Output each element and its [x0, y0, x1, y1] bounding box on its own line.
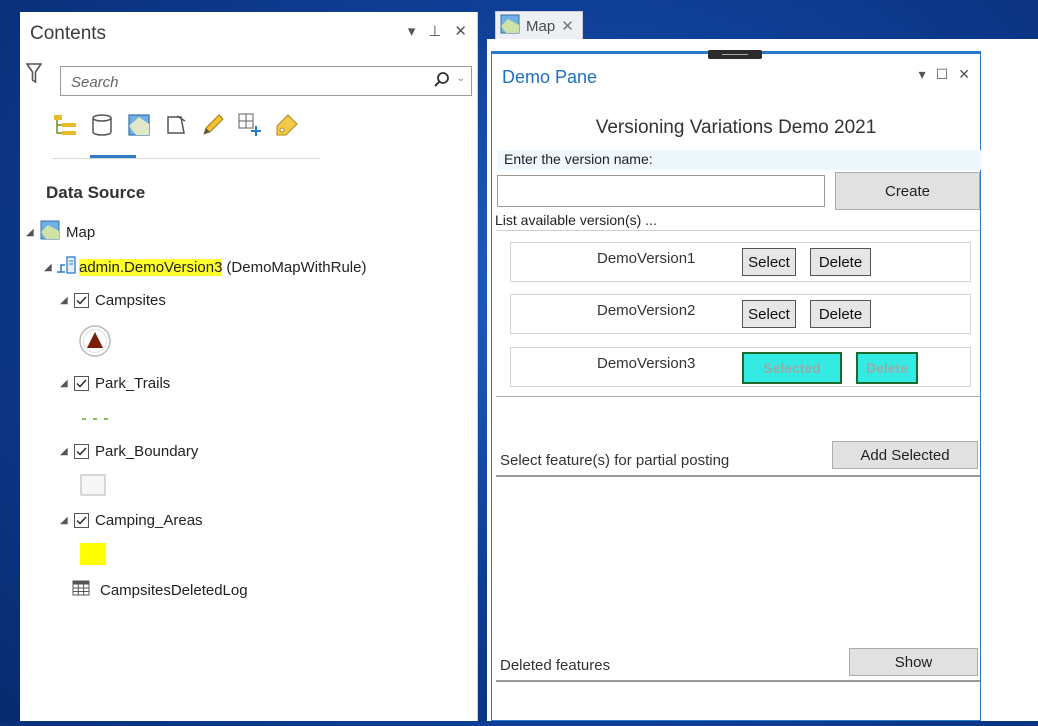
close-icon[interactable]: ✕ [454, 22, 467, 40]
version-map-name: (DemoMapWithRule) [226, 258, 367, 276]
pane-drag-handle[interactable] [708, 50, 762, 59]
create-button[interactable]: Create [835, 172, 980, 210]
tree-item-layer-park-boundary[interactable]: ◢ Park_Boundary [60, 443, 198, 460]
database-connection-icon [56, 255, 79, 279]
demo-pane-title: Demo Pane [502, 67, 598, 87]
toolbar-divider [52, 158, 320, 159]
expand-triangle-icon[interactable]: ◢ [60, 378, 72, 389]
tree-item-label: Campsites [95, 292, 166, 309]
version-name-input[interactable] [497, 175, 825, 207]
tree-item-standalone-table[interactable]: CampsitesDeletedLog [72, 580, 248, 600]
contents-pane-controls: ▾ ⊥ ✕ [408, 22, 467, 40]
version-row: DemoVersion2 Select Delete [510, 294, 971, 334]
layer-visibility-checkbox[interactable] [74, 293, 89, 308]
expand-triangle-icon[interactable]: ◢ [60, 515, 72, 526]
list-by-snapping-grid-icon[interactable] [237, 112, 263, 138]
select-version-button[interactable]: Select [742, 248, 796, 276]
version-name-label: Enter the version name: [504, 151, 653, 167]
partial-posting-feature-list[interactable] [496, 475, 980, 645]
version-name-label-bar: Enter the version name: [497, 150, 981, 170]
partial-posting-label: Select feature(s) for partial posting [500, 452, 730, 469]
delete-version-button[interactable]: Delete [856, 352, 918, 384]
deleted-features-label: Deleted features [500, 657, 611, 674]
tree-item-label: Camping_Areas [95, 512, 203, 529]
version-row: DemoVersion1 Select Delete [510, 242, 971, 282]
close-icon[interactable]: ✕ [958, 66, 970, 83]
tab-label: Map [526, 17, 556, 35]
select-version-button[interactable]: Select [742, 300, 796, 328]
pane-menu-icon[interactable]: ▾ [408, 22, 416, 40]
expand-triangle-icon[interactable]: ◢ [60, 446, 72, 457]
map-icon [500, 14, 520, 38]
version-row-selected: DemoVersion3 Selected Delete [510, 347, 971, 387]
delete-version-button[interactable]: Delete [810, 300, 871, 328]
tree-item-label: Park_Trails [95, 375, 171, 392]
trail-dashed-line-symbol-icon [80, 411, 110, 429]
list-by-data-source-icon[interactable] [89, 112, 115, 138]
pane-menu-icon[interactable]: ▾ [919, 66, 926, 83]
version-name: DemoVersion2 [597, 302, 696, 319]
section-title: Data Source [46, 183, 146, 202]
demo-pane-controls: ▾ ☐ ✕ [919, 66, 970, 83]
filter-icon[interactable] [25, 62, 43, 89]
search-box: ⌄ [60, 66, 472, 96]
search-input[interactable] [69, 68, 413, 96]
expand-triangle-icon[interactable]: ◢ [60, 295, 72, 306]
tree-item-label: CampsitesDeletedLog [100, 581, 248, 599]
camping-area-polygon-symbol-icon [80, 543, 106, 570]
version-list: DemoVersion1 Select Delete DemoVersion2 … [496, 230, 980, 397]
expand-triangle-icon[interactable]: ◢ [44, 262, 56, 273]
tree-item-layer-park-trails[interactable]: ◢ Park_Trails [60, 375, 170, 392]
view-tab-strip: Map ✕ [487, 9, 1038, 40]
tree-item-version[interactable]: ◢ admin.DemoVersion3 (DemoMapWithRule) [44, 255, 366, 279]
delete-version-button[interactable]: Delete [810, 248, 871, 276]
tree-item-map[interactable]: ◢ Map [26, 220, 95, 244]
maximize-icon[interactable]: ☐ [936, 66, 949, 83]
selected-version-button[interactable]: Selected [742, 352, 842, 384]
version-list-label: List available version(s) ... [495, 212, 657, 228]
tree-item-layer-campsites[interactable]: ◢ Campsites [60, 292, 166, 309]
contents-title: Contents [30, 23, 107, 44]
layer-visibility-checkbox[interactable] [74, 444, 89, 459]
version-name: DemoVersion1 [597, 250, 696, 267]
demo-heading: Versioning Variations Demo 2021 [595, 117, 877, 138]
list-by-selection-icon[interactable] [163, 112, 189, 138]
layer-visibility-checkbox[interactable] [74, 513, 89, 528]
contents-pane: Contents ▾ ⊥ ✕ ⌄ [20, 12, 478, 721]
expand-triangle-icon[interactable]: ◢ [26, 227, 38, 238]
deleted-features-list[interactable] [496, 680, 980, 726]
tree-item-layer-camping-areas[interactable]: ◢ Camping_Areas [60, 512, 203, 529]
search-icon[interactable] [433, 71, 451, 94]
list-by-drawing-order-icon[interactable] [52, 112, 78, 138]
demo-pane: Demo Pane ▾ ☐ ✕ Versioning Variations De… [491, 50, 981, 721]
show-button[interactable]: Show [849, 648, 978, 676]
list-by-labeling-tag-icon[interactable] [274, 112, 300, 138]
layer-visibility-checkbox[interactable] [74, 376, 89, 391]
version-name: DemoVersion3 [597, 355, 696, 372]
auto-hide-pin-icon[interactable]: ⊥ [428, 22, 441, 40]
list-by-editing-pencil-icon[interactable] [200, 112, 226, 138]
campsite-tent-symbol-icon [78, 324, 112, 363]
map-icon [38, 220, 66, 244]
version-name-highlight: admin.DemoVersion3 [79, 258, 223, 276]
contents-toolbar [52, 112, 300, 138]
table-icon [72, 580, 100, 600]
boundary-polygon-symbol-icon [80, 474, 106, 501]
search-options-chevron-icon[interactable]: ⌄ [457, 73, 465, 84]
tree-item-label: Map [66, 223, 96, 241]
tree-item-label: Park_Boundary [95, 443, 199, 460]
tab-map[interactable]: Map ✕ [495, 11, 583, 40]
tab-close-icon[interactable]: ✕ [561, 17, 574, 35]
add-selected-button[interactable]: Add Selected [832, 441, 978, 469]
list-by-source-map-icon[interactable] [126, 112, 152, 138]
